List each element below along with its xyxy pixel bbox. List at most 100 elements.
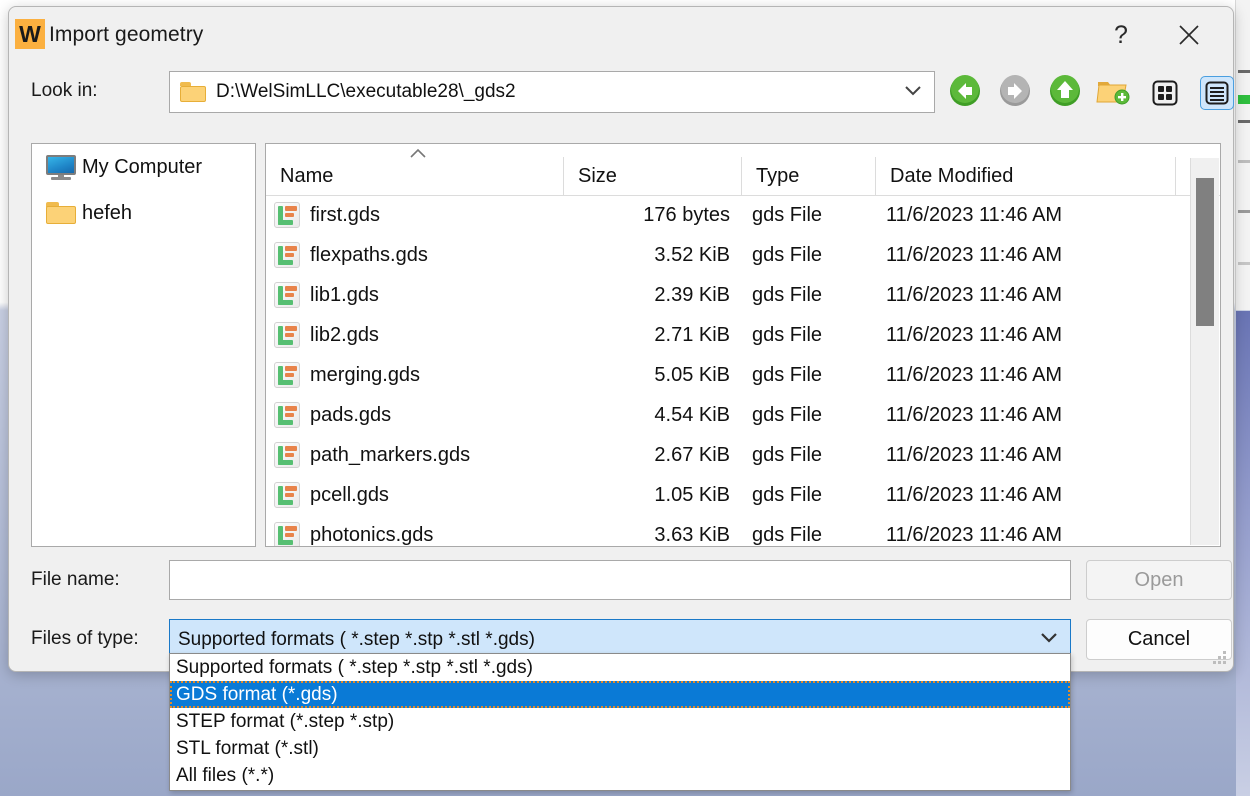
file-date-cell: 11/6/2023 11:46 AM [876,524,1176,547]
file-name-cell: photonics.gds [266,522,564,546]
file-date-cell: 11/6/2023 11:46 AM [876,244,1176,267]
file-size-cell: 5.05 KiB [564,364,742,387]
background-viewport [1236,311,1250,796]
back-button[interactable] [947,75,983,111]
file-name-cell: pads.gds [266,402,564,428]
filename-label: File name: [31,569,120,591]
file-name-cell: flexpaths.gds [266,242,564,268]
places-sidebar[interactable]: My Computer hefeh [31,143,256,547]
file-list-pane[interactable]: Name Size Type Date Modified first.gds17… [265,143,1221,547]
cancel-button[interactable]: Cancel [1086,619,1232,660]
import-geometry-dialog: W Import geometry ? Look in: D:\WelSimLL… [8,6,1234,672]
new-folder-button[interactable] [1095,75,1131,111]
up-icon [1048,74,1082,113]
file-date-cell: 11/6/2023 11:46 AM [876,484,1176,507]
file-date-cell: 11/6/2023 11:46 AM [876,444,1176,467]
dropdown-option[interactable]: All files (*.*) [170,762,1070,789]
filetype-label: Files of type: [31,628,139,650]
lookin-path-text: D:\WelSimLLC\executable28\_gds2 [216,81,516,103]
table-row[interactable]: lib2.gds2.71 KiBgds File11/6/2023 11:46 … [266,315,1220,355]
table-row[interactable]: flexpaths.gds3.52 KiBgds File11/6/2023 1… [266,235,1220,275]
table-row[interactable]: first.gds176 bytesgds File11/6/2023 11:4… [266,195,1220,235]
close-button[interactable] [1159,9,1219,61]
file-size-cell: 2.71 KiB [564,324,742,347]
scrollbar-thumb[interactable] [1196,178,1214,326]
dropdown-option[interactable]: Supported formats ( *.step *.stp *.stl *… [170,654,1070,681]
dropdown-option[interactable]: GDS format (*.gds) [170,681,1070,708]
computer-icon [40,155,82,180]
gds-file-icon [274,402,300,428]
file-size-cell: 1.05 KiB [564,484,742,507]
background-toolbar [1235,0,1250,310]
parent-directory-button[interactable] [1047,75,1083,111]
forward-button [997,75,1033,111]
column-header-type[interactable]: Type [742,157,876,195]
dropdown-option[interactable]: STEP format (*.step *.stp) [170,708,1070,735]
question-mark-icon: ? [1114,21,1128,50]
file-size-cell: 3.63 KiB [564,524,742,547]
file-size-cell: 2.39 KiB [564,284,742,307]
file-size-cell: 4.54 KiB [564,404,742,427]
gds-file-icon [274,282,300,308]
lookin-combobox[interactable]: D:\WelSimLLC\executable28\_gds2 [169,71,935,113]
file-name-cell: first.gds [266,202,564,228]
lookin-row: Look in: D:\WelSimLLC\executable28\_gds2 [9,69,1233,117]
table-row[interactable]: path_markers.gds2.67 KiBgds File11/6/202… [266,435,1220,475]
open-button[interactable]: Open [1086,560,1232,600]
sidebar-item-label: My Computer [82,156,202,179]
gds-file-icon [274,202,300,228]
cancel-button-label: Cancel [1128,628,1190,651]
filename-input[interactable] [169,560,1071,600]
filetype-selected-value: Supported formats ( *.step *.stp *.stl *… [170,629,535,651]
gds-file-icon [274,522,300,546]
file-size-cell: 2.67 KiB [564,444,742,467]
table-row[interactable]: pcell.gds1.05 KiBgds File11/6/2023 11:46… [266,475,1220,515]
list-view-button[interactable] [1147,75,1183,111]
file-type-cell: gds File [742,404,876,427]
folder-icon [40,202,82,225]
file-list-header[interactable]: Name Size Type Date Modified [266,157,1220,196]
dropdown-option[interactable]: STL format (*.stl) [170,735,1070,762]
column-header-size[interactable]: Size [564,157,742,195]
sidebar-item-hefeh[interactable]: hefeh [32,190,255,236]
table-row[interactable]: photonics.gds3.63 KiBgds File11/6/2023 1… [266,515,1220,546]
file-date-cell: 11/6/2023 11:46 AM [876,324,1176,347]
back-icon [948,74,982,113]
table-row[interactable]: lib1.gds2.39 KiBgds File11/6/2023 11:46 … [266,275,1220,315]
help-button[interactable]: ? [1091,9,1151,61]
file-date-cell: 11/6/2023 11:46 AM [876,284,1176,307]
detail-view-button[interactable] [1199,75,1235,111]
column-header-date[interactable]: Date Modified [876,157,1176,195]
file-type-cell: gds File [742,444,876,467]
file-rows-container[interactable]: first.gds176 bytesgds File11/6/2023 11:4… [266,195,1220,546]
resize-grip[interactable] [1213,651,1227,665]
column-header-name[interactable]: Name [266,157,564,195]
file-type-cell: gds File [742,284,876,307]
file-name-cell: merging.gds [266,362,564,388]
dialog-titlebar: W Import geometry ? [9,7,1233,65]
file-date-cell: 11/6/2023 11:46 AM [876,204,1176,227]
file-type-cell: gds File [742,204,876,227]
table-row[interactable]: merging.gds5.05 KiBgds File11/6/2023 11:… [266,355,1220,395]
gds-file-icon [274,442,300,468]
file-name-cell: lib1.gds [266,282,564,308]
gds-file-icon [274,322,300,348]
file-name-cell: path_markers.gds [266,442,564,468]
list-view-icon [1148,76,1182,110]
file-size-cell: 176 bytes [564,204,742,227]
file-date-cell: 11/6/2023 11:46 AM [876,364,1176,387]
file-name-cell: pcell.gds [266,482,564,508]
sidebar-item-my-computer[interactable]: My Computer [32,144,255,190]
file-type-cell: gds File [742,484,876,507]
file-date-cell: 11/6/2023 11:46 AM [876,404,1176,427]
file-name-cell: lib2.gds [266,322,564,348]
dialog-title: Import geometry [49,23,203,47]
filetype-dropdown-popup[interactable]: Supported formats ( *.step *.stp *.stl *… [169,653,1071,791]
open-button-label: Open [1135,569,1184,592]
detail-view-icon [1200,76,1234,110]
folder-icon [180,82,206,102]
file-list-scrollbar[interactable] [1190,158,1219,545]
chevron-down-icon [904,84,922,102]
table-row[interactable]: pads.gds4.54 KiBgds File11/6/2023 11:46 … [266,395,1220,435]
close-icon [1176,22,1202,48]
